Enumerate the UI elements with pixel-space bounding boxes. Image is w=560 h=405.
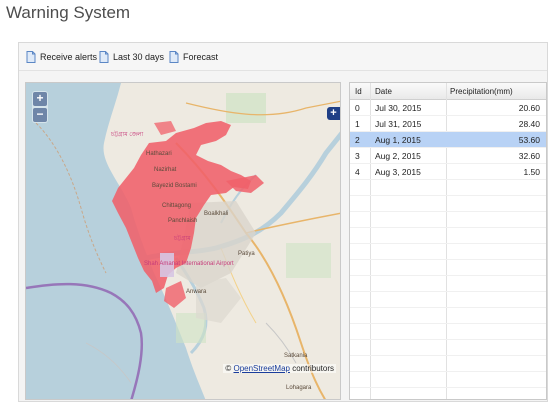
forecast-button[interactable]: Forecast bbox=[169, 49, 218, 65]
forecast-label: Forecast bbox=[183, 52, 219, 62]
map-label-anwara: Anwara bbox=[186, 289, 207, 295]
zoom-out-button[interactable]: − bbox=[33, 108, 47, 122]
cell-precipitation: 32.60 bbox=[518, 151, 540, 161]
page-title: Warning System bbox=[6, 3, 131, 22]
map-label-patiya: Patiya bbox=[238, 251, 255, 257]
table-row[interactable]: 1 Jul 31, 2015 28.40 bbox=[350, 116, 546, 132]
column-header-precipitation[interactable]: Precipitation(mm) bbox=[450, 87, 513, 96]
column-header-date[interactable]: Date bbox=[375, 87, 392, 96]
map-label-city: চট্টগ্রাম bbox=[174, 236, 191, 242]
cell-precipitation: 28.40 bbox=[518, 119, 540, 129]
cell-date: Jul 31, 2015 bbox=[375, 119, 422, 129]
cell-precipitation: 53.60 bbox=[518, 135, 540, 145]
table-row-selected[interactable]: 2 Aug 1, 2015 53.60 bbox=[350, 132, 546, 148]
empty-row bbox=[350, 180, 546, 196]
openstreetmap-link[interactable]: OpenStreetMap bbox=[233, 364, 289, 373]
main-panel: Receive alerts Last 30 days Forecast চট্… bbox=[18, 42, 548, 402]
empty-row bbox=[350, 228, 546, 244]
document-icon bbox=[26, 51, 36, 63]
cell-id: 4 bbox=[355, 167, 360, 177]
map-attribution: © OpenStreetMap contributors bbox=[223, 364, 336, 373]
empty-row bbox=[350, 292, 546, 308]
receive-alerts-label: Receive alerts bbox=[40, 52, 98, 62]
map-label-chittagong: Chittagong bbox=[162, 203, 192, 209]
last-30-days-button[interactable]: Last 30 days bbox=[99, 49, 164, 65]
cell-date: Aug 1, 2015 bbox=[375, 135, 421, 145]
zoom-in-button[interactable]: + bbox=[33, 92, 47, 106]
cell-date: Jul 30, 2015 bbox=[375, 103, 422, 113]
cell-id: 2 bbox=[355, 135, 360, 145]
precipitation-grid: Id Date Precipitation(mm) 0 Jul 30, 2015… bbox=[349, 82, 547, 400]
cell-date: Aug 3, 2015 bbox=[375, 167, 421, 177]
empty-row bbox=[350, 260, 546, 276]
column-header-id[interactable]: Id bbox=[355, 87, 362, 96]
map-label-region: চট্টগ্রাম জেলা bbox=[111, 132, 144, 138]
map-label-airport: Shah Amanat International Airport bbox=[144, 261, 234, 267]
document-icon bbox=[169, 51, 179, 63]
cell-id: 1 bbox=[355, 119, 360, 129]
cell-date: Aug 2, 2015 bbox=[375, 151, 421, 161]
cell-precipitation: 1.50 bbox=[523, 167, 540, 177]
map-label-hathazari: Hathazari bbox=[146, 151, 172, 157]
table-row[interactable]: 3 Aug 2, 2015 32.60 bbox=[350, 148, 546, 164]
table-row[interactable]: 4 Aug 3, 2015 1.50 bbox=[350, 164, 546, 180]
map-label-nazirhat: Nazirhat bbox=[154, 167, 177, 173]
empty-row bbox=[350, 308, 546, 324]
empty-row bbox=[350, 340, 546, 356]
empty-row bbox=[350, 212, 546, 228]
map-view[interactable]: চট্টগ্রাম জেলা Hathazari Nazirhat Bayezi… bbox=[25, 82, 341, 400]
table-row[interactable]: 0 Jul 30, 2015 20.60 bbox=[350, 100, 546, 116]
cell-id: 3 bbox=[355, 151, 360, 161]
last-30-days-label: Last 30 days bbox=[113, 52, 165, 62]
empty-row bbox=[350, 276, 546, 292]
empty-row bbox=[350, 196, 546, 212]
cell-precipitation: 20.60 bbox=[518, 103, 540, 113]
empty-row bbox=[350, 388, 546, 399]
grid-header: Id Date Precipitation(mm) bbox=[350, 83, 546, 100]
map-label-panchlaish: Panchlaish bbox=[168, 218, 198, 224]
map-label-satkania: Satkania bbox=[284, 353, 308, 359]
document-icon bbox=[99, 51, 109, 63]
attribution-suffix: contributors bbox=[292, 364, 334, 373]
toolbar: Receive alerts Last 30 days Forecast bbox=[19, 43, 547, 71]
cell-id: 0 bbox=[355, 103, 360, 113]
map-label-lohagara: Lohagara bbox=[286, 385, 312, 391]
map-label-boalkhali: Boalkhali bbox=[204, 211, 229, 217]
layer-switcher-button[interactable]: + bbox=[327, 107, 340, 120]
empty-row bbox=[350, 324, 546, 340]
map-label-bayezid: Bayezid Bostami bbox=[152, 183, 197, 189]
empty-row bbox=[350, 356, 546, 372]
empty-row bbox=[350, 372, 546, 388]
attribution-prefix: © bbox=[225, 364, 232, 373]
receive-alerts-button[interactable]: Receive alerts bbox=[26, 49, 97, 65]
zoom-control: + − bbox=[32, 91, 48, 123]
empty-row bbox=[350, 244, 546, 260]
